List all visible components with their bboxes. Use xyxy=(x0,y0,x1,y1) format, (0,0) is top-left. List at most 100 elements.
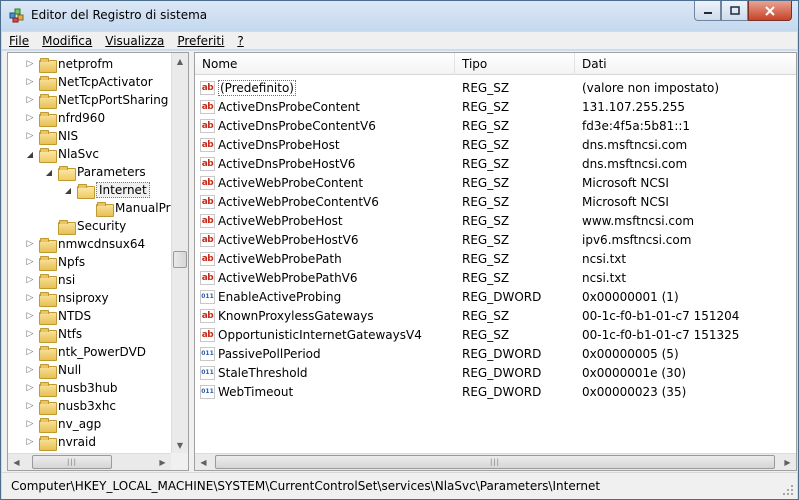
menu-preferiti[interactable]: Preferiti xyxy=(177,34,224,48)
value-name-cell: ab ActiveDnsProbeHost xyxy=(200,135,455,154)
expand-arrow-icon[interactable]: ▷ xyxy=(24,58,36,70)
scroll-down-arrow-icon[interactable]: ▼ xyxy=(172,437,188,454)
registry-value-row[interactable]: ab OpportunisticInternetGatewaysV4 REG_SZ 0… xyxy=(195,325,796,344)
value-name-cell: ab (Predefinito) xyxy=(200,78,455,97)
tree-node[interactable]: ▷ Npfs xyxy=(24,253,85,271)
minimize-button[interactable] xyxy=(694,1,721,21)
registry-value-row[interactable]: ab ActiveWebProbeContentV6 REG_SZ Microsoft… xyxy=(195,192,796,211)
registry-value-row[interactable]: ab ActiveWebProbeContent REG_SZ Microsoft N… xyxy=(195,173,796,192)
tree-node[interactable]: ▷ netprofm xyxy=(24,55,113,73)
expand-arrow-icon[interactable]: ▷ xyxy=(24,418,36,430)
tree-node[interactable]: ▷ nmwcdnsux64 xyxy=(24,235,145,253)
tree-node-label: nusb3xhc xyxy=(58,399,117,413)
tree-node[interactable]: ◢ Internet xyxy=(62,181,150,199)
expand-arrow-icon[interactable]: ▷ xyxy=(24,238,36,250)
registry-value-row[interactable]: 011 PassivePollPeriod REG_DWORD 0x00000005 … xyxy=(195,344,796,363)
registry-value-row[interactable]: ab (Predefinito) REG_SZ (valore non imposta… xyxy=(195,78,796,97)
menu-file[interactable]: File xyxy=(9,34,29,48)
list-horizontal-scrollbar[interactable]: ◀ ||| ▶ xyxy=(195,453,796,470)
column-header-dati[interactable]: Dati xyxy=(575,53,796,75)
registry-value-row[interactable]: ab ActiveDnsProbeContentV6 REG_SZ fd3e:4f5a… xyxy=(195,116,796,135)
value-name: ActiveWebProbeHost xyxy=(218,213,343,228)
tree-node[interactable]: ◢ Parameters xyxy=(43,163,146,181)
menu-modifica[interactable]: Modifica xyxy=(42,34,92,48)
expand-arrow-icon[interactable]: ▷ xyxy=(24,292,36,304)
registry-value-row[interactable]: 011 WebTimeout REG_DWORD 0x00000023 (35) xyxy=(195,382,796,401)
collapse-arrow-icon[interactable]: ◢ xyxy=(24,148,36,160)
expand-arrow-icon[interactable]: ▷ xyxy=(24,130,36,142)
binary-value-icon: 011 xyxy=(200,384,215,399)
tree-vertical-scrollbar[interactable]: ▲ ▼ xyxy=(171,53,188,455)
collapse-arrow-icon[interactable]: ◢ xyxy=(62,184,74,196)
registry-value-row[interactable]: ab ActiveWebProbePath REG_SZ ncsi.txt xyxy=(195,249,796,268)
expand-arrow-icon[interactable]: ▷ xyxy=(24,436,36,448)
tree-node[interactable]: ▷ NTDS xyxy=(24,307,91,325)
tree-node[interactable]: ▷ ntk_PowerDVD xyxy=(24,343,146,361)
registry-values-pane[interactable]: Nome Tipo Dati ab (Predefinito) REG_SZ (val… xyxy=(194,52,797,471)
tree-node[interactable]: ▷ Null xyxy=(24,361,81,379)
registry-value-row[interactable]: ab ActiveWebProbeHostV6 REG_SZ ipv6.msftncs… xyxy=(195,230,796,249)
tree-node[interactable]: ▷ Ntfs xyxy=(24,325,82,343)
expand-arrow-icon[interactable]: ▷ xyxy=(24,328,36,340)
tree-node[interactable]: ▷ nsi xyxy=(24,271,75,289)
folder-icon xyxy=(39,435,57,451)
registry-tree-pane[interactable]: ▷ netprofm ▷ NetTcpActivator ▷ NetTcpPortShar… xyxy=(7,52,189,471)
resize-grip-icon[interactable] xyxy=(782,484,794,496)
tree-node[interactable]: ▷ nfrd960 xyxy=(24,109,105,127)
expand-arrow-icon[interactable]: ▷ xyxy=(24,94,36,106)
tree-horizontal-scrollbar[interactable]: ◀ ||| ▶ xyxy=(8,453,171,470)
string-value-icon: ab xyxy=(200,232,215,247)
string-value-icon: ab xyxy=(200,175,215,190)
string-value-icon: ab xyxy=(200,327,215,342)
tree-node[interactable]: ▷ NIS xyxy=(24,127,78,145)
list-horizontal-scroll-thumb[interactable]: ||| xyxy=(215,455,775,469)
tree-node[interactable]: Security xyxy=(43,217,126,235)
expand-arrow-icon[interactable]: ▷ xyxy=(24,400,36,412)
folder-icon xyxy=(39,255,57,271)
expand-arrow-icon[interactable]: ▷ xyxy=(24,310,36,322)
scroll-up-arrow-icon[interactable]: ▲ xyxy=(172,53,188,70)
expand-arrow-icon[interactable]: ▷ xyxy=(24,364,36,376)
tree-node[interactable]: ManualPr xyxy=(81,199,171,217)
value-name-cell: ab KnownProxylessGateways xyxy=(200,306,455,325)
scroll-left-arrow-icon[interactable]: ◀ xyxy=(195,454,212,470)
registry-value-row[interactable]: ab ActiveDnsProbeContent REG_SZ 131.107.255… xyxy=(195,97,796,116)
tree-node[interactable]: ◢ NlaSvc xyxy=(24,145,99,163)
tree-node[interactable]: ▷ NetTcpActivator xyxy=(24,73,153,91)
menu-help[interactable]: ? xyxy=(237,34,243,48)
tree-vertical-scroll-thumb[interactable] xyxy=(173,251,187,268)
maximize-button[interactable] xyxy=(721,1,748,21)
registry-value-row[interactable]: ab ActiveWebProbeHost REG_SZ www.msftncsi.c… xyxy=(195,211,796,230)
expand-arrow-icon[interactable]: ▷ xyxy=(24,112,36,124)
status-bar: Computer\HKEY_LOCAL_MACHINE\SYSTEM\Curre… xyxy=(2,472,797,499)
value-type: REG_DWORD xyxy=(462,365,542,380)
tree-node[interactable]: ▷ nv_agp xyxy=(24,415,101,433)
expand-arrow-icon[interactable]: ▷ xyxy=(24,382,36,394)
registry-value-row[interactable]: 011 StaleThreshold REG_DWORD 0x0000001e (30… xyxy=(195,363,796,382)
expand-arrow-icon[interactable]: ▷ xyxy=(24,346,36,358)
expand-arrow-icon[interactable]: ▷ xyxy=(24,76,36,88)
close-button[interactable] xyxy=(748,1,792,21)
column-header-nome[interactable]: Nome xyxy=(195,53,455,75)
expand-arrow-icon[interactable]: ▷ xyxy=(24,256,36,268)
scroll-right-arrow-icon[interactable]: ▶ xyxy=(154,454,171,470)
expand-arrow-icon[interactable]: ▷ xyxy=(24,274,36,286)
registry-value-row[interactable]: ab ActiveDnsProbeHost REG_SZ dns.msftncsi.c… xyxy=(195,135,796,154)
title-bar[interactable]: Editor del Registro di sistema xyxy=(1,1,798,31)
registry-value-row[interactable]: ab ActiveWebProbePathV6 REG_SZ ncsi.txt xyxy=(195,268,796,287)
tree-node[interactable]: ▷ nusb3xhc xyxy=(24,397,116,415)
tree-node[interactable]: ▷ nsiproxy xyxy=(24,289,109,307)
column-header-tipo[interactable]: Tipo xyxy=(455,53,575,75)
registry-value-row[interactable]: ab ActiveDnsProbeHostV6 REG_SZ dns.msftncsi… xyxy=(195,154,796,173)
tree-node[interactable]: ▷ nvraid xyxy=(24,433,96,451)
scroll-left-arrow-icon[interactable]: ◀ xyxy=(8,454,25,470)
collapse-arrow-icon[interactable]: ◢ xyxy=(43,166,55,178)
menu-visualizza[interactable]: Visualizza xyxy=(105,34,164,48)
tree-node[interactable]: ▷ NetTcpPortSharing xyxy=(24,91,168,109)
value-name: (Predefinito) xyxy=(218,79,296,96)
registry-value-row[interactable]: 011 EnableActiveProbing REG_DWORD 0x0000000… xyxy=(195,287,796,306)
tree-horizontal-scroll-thumb[interactable]: ||| xyxy=(32,455,112,469)
scroll-right-arrow-icon[interactable]: ▶ xyxy=(779,454,796,470)
registry-value-row[interactable]: ab KnownProxylessGateways REG_SZ 00-1c-f0-b… xyxy=(195,306,796,325)
tree-node[interactable]: ▷ nusb3hub xyxy=(24,379,118,397)
